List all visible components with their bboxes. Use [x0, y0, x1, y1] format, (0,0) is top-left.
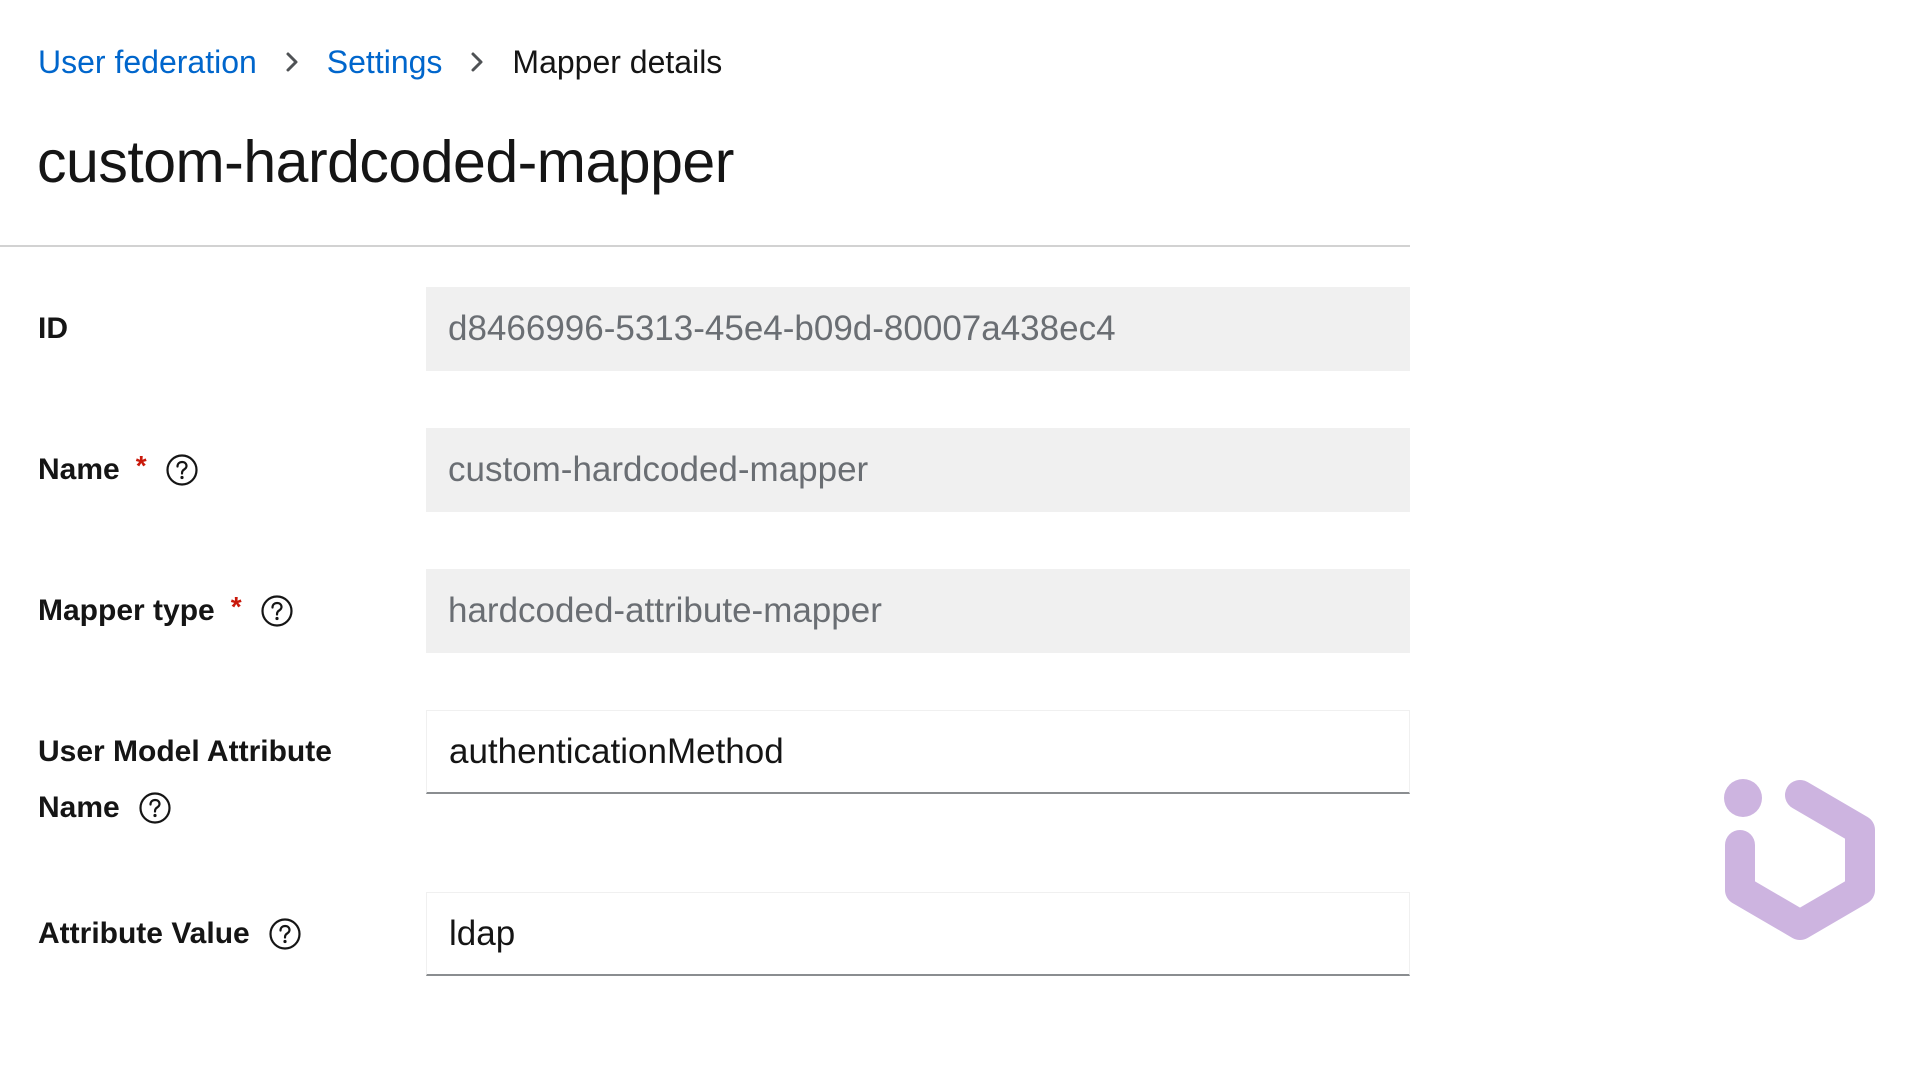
mapper-details-page: User federation Settings Mapper details … [0, 0, 1920, 1080]
breadcrumb-settings-link[interactable]: Settings [327, 44, 443, 81]
title-divider [0, 245, 1410, 247]
mapper-type-field[interactable]: hardcoded-attribute-mapper [426, 569, 1410, 653]
user-model-attribute-label-line2: Name [38, 791, 120, 824]
breadcrumb: User federation Settings Mapper details [38, 38, 722, 86]
chevron-right-icon [257, 38, 327, 86]
question-circle-icon[interactable] [268, 917, 302, 951]
id-label-group: ID [38, 301, 398, 357]
chevron-right-icon [442, 38, 512, 86]
attribute-value-label: Attribute Value [38, 917, 250, 950]
required-indicator: * [135, 450, 147, 481]
breadcrumb-user-federation-link[interactable]: User federation [38, 44, 257, 81]
user-model-attribute-input[interactable]: authenticationMethod [426, 710, 1410, 794]
name-label: Name [38, 453, 120, 486]
user-model-attribute-label-group: User Model Attribute Name [38, 724, 398, 836]
name-label-group: Name * [38, 442, 398, 498]
mapper-type-label-group: Mapper type * [38, 583, 398, 639]
question-circle-icon[interactable] [260, 594, 294, 628]
user-model-attribute-label-line1: User Model Attribute [38, 735, 332, 768]
page-title: custom-hardcoded-mapper [37, 129, 734, 195]
name-field[interactable]: custom-hardcoded-mapper [426, 428, 1410, 512]
required-indicator: * [230, 591, 242, 622]
breadcrumb-current-page: Mapper details [512, 43, 723, 80]
mapper-type-label: Mapper type [38, 594, 215, 627]
question-circle-icon[interactable] [165, 453, 199, 487]
hexagon-logo-icon [1720, 775, 1880, 950]
id-field[interactable]: d8466996-5313-45e4-b09d-80007a438ec4 [426, 287, 1410, 371]
question-circle-icon[interactable] [138, 791, 172, 825]
user-model-attribute-label-line2-wrap: Name [38, 780, 398, 836]
id-label: ID [38, 312, 68, 345]
attribute-value-label-group: Attribute Value [38, 906, 398, 962]
attribute-value-input[interactable]: ldap [426, 892, 1410, 976]
